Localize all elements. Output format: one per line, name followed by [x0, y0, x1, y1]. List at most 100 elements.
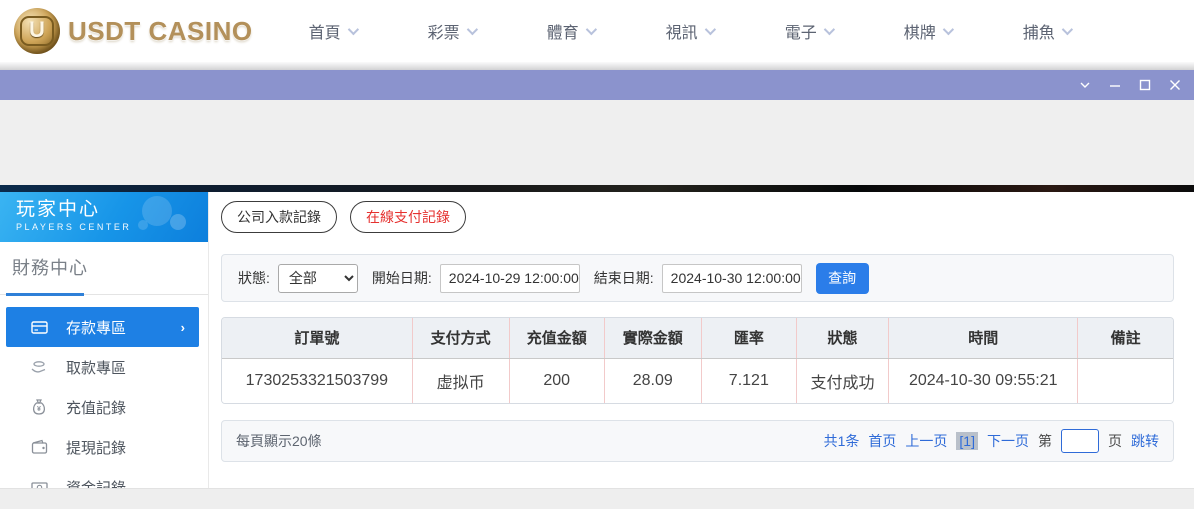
finance-center-section: 財務中心 [0, 242, 208, 295]
start-date-input[interactable] [440, 264, 580, 293]
cell-recharge-amount: 200 [509, 358, 604, 403]
cell-time: 2024-10-30 09:55:21 [889, 358, 1078, 403]
sidebar-menu: 存款專區 › 取款專區 ¥ 充值記錄 [0, 295, 208, 507]
chevron-down-icon [823, 24, 834, 35]
nav-item-slots[interactable]: 電子 [785, 19, 832, 43]
maximize-icon[interactable] [1130, 70, 1160, 100]
end-date-input[interactable] [662, 264, 802, 293]
chevron-right-icon: › [181, 320, 185, 335]
tab-online-payment-records[interactable]: 在線支付記錄 [350, 201, 466, 233]
sidebar-subtitle: PLAYERS CENTER [16, 222, 208, 232]
sidebar-item-label: 提現記錄 [66, 437, 126, 458]
start-date-label: 開始日期: [372, 268, 432, 288]
jump-suffix-label: 页 [1108, 431, 1122, 451]
nav-item-cards[interactable]: 棋牌 [904, 19, 951, 43]
chevron-down-icon [704, 24, 715, 35]
logo-letter: U [20, 16, 54, 46]
sidebar-item-label: 充值記錄 [66, 397, 126, 418]
pager-controls: 共1条 首页 上一页 [1] 下一页 第 页 跳转 [824, 429, 1159, 453]
next-page-link[interactable]: 下一页 [987, 431, 1029, 451]
cell-order-number: 1730253321503799 [222, 358, 412, 403]
players-center-header: 玩家中心 PLAYERS CENTER [0, 192, 208, 242]
record-tabs: 公司入款記錄 在線支付記錄 [221, 201, 1174, 233]
col-remark: 備註 [1078, 318, 1173, 358]
nav-label: 彩票 [428, 19, 460, 43]
records-table: 訂單號 支付方式 充值金額 實際金額 匯率 狀態 時間 備註 173025332 [221, 317, 1174, 404]
first-page-link[interactable]: 首页 [868, 431, 896, 451]
col-order-number: 訂單號 [222, 318, 412, 358]
total-count: 共1条 [824, 431, 860, 451]
nav-item-sports[interactable]: 體育 [547, 19, 594, 43]
sidebar-item-withdrawal-records[interactable]: 提現記錄 [0, 427, 208, 467]
close-icon[interactable] [1160, 70, 1190, 100]
nav-item-fishing[interactable]: 捕魚 [1023, 19, 1070, 43]
chevron-down-icon [1061, 24, 1072, 35]
content-region: 玩家中心 PLAYERS CENTER 財務中心 存款專區 › [0, 192, 1194, 488]
nav-item-live[interactable]: 視訊 [666, 19, 713, 43]
sidebar-item-label: 存款專區 [66, 317, 126, 338]
col-actual-amount: 實際金額 [604, 318, 701, 358]
nav-item-home[interactable]: 首頁 [309, 19, 356, 43]
pagination-bar: 每頁顯示20條 共1条 首页 上一页 [1] 下一页 第 页 跳转 [221, 420, 1174, 462]
minimize-icon[interactable] [1100, 70, 1130, 100]
end-date-label: 結束日期: [594, 268, 654, 288]
topbar-shadow [0, 62, 1194, 70]
nav-label: 電子 [785, 19, 817, 43]
col-time: 時間 [889, 318, 1078, 358]
cell-exchange-rate: 7.121 [701, 358, 796, 403]
logo-ball-icon: U [14, 8, 60, 54]
table-row: 1730253321503799 虚拟币 200 28.09 7.121 支付成… [222, 358, 1173, 403]
money-bag-icon: ¥ [30, 398, 48, 416]
sidebar-item-withdraw[interactable]: 取款專區 [0, 347, 208, 387]
cell-payment-method: 虚拟币 [412, 358, 509, 403]
withdraw-hand-icon [30, 358, 48, 376]
cell-remark [1078, 358, 1173, 403]
banner-bottom-edge [0, 185, 1194, 192]
filter-bar: 狀態: 全部 開始日期: 結束日期: 查詢 [221, 254, 1174, 302]
cell-status: 支付成功 [796, 358, 888, 403]
col-payment-method: 支付方式 [412, 318, 509, 358]
status-select[interactable]: 全部 [278, 264, 358, 293]
jump-prefix-label: 第 [1038, 431, 1052, 451]
banner-area [0, 100, 1194, 185]
jump-action-link[interactable]: 跳转 [1131, 431, 1159, 451]
tab-company-deposit-records[interactable]: 公司入款記錄 [221, 201, 337, 233]
collapse-chevron-icon[interactable] [1070, 70, 1100, 100]
chevron-down-icon [585, 24, 596, 35]
deposit-card-icon [30, 318, 48, 336]
section-label: 財務中心 [12, 258, 88, 278]
brand-name: USDT CASINO [68, 16, 253, 47]
chevron-down-icon [466, 24, 477, 35]
table-header-row: 訂單號 支付方式 充值金額 實際金額 匯率 狀態 時間 備註 [222, 318, 1173, 358]
col-recharge-amount: 充值金額 [509, 318, 604, 358]
col-status: 狀態 [796, 318, 888, 358]
nav-label: 捕魚 [1023, 19, 1055, 43]
sidebar-item-recharge-records[interactable]: ¥ 充值記錄 [0, 387, 208, 427]
sidebar: 玩家中心 PLAYERS CENTER 財務中心 存款專區 › [0, 192, 208, 488]
brand-logo[interactable]: U USDT CASINO [14, 8, 253, 54]
col-exchange-rate: 匯率 [701, 318, 796, 358]
window-titlebar [0, 70, 1194, 100]
current-page-badge: [1] [956, 432, 978, 450]
wallet-icon [30, 438, 48, 456]
chevron-down-icon [942, 24, 953, 35]
nav-item-lottery[interactable]: 彩票 [428, 19, 475, 43]
page: U USDT CASINO 首頁 彩票 體育 視訊 電子 [0, 0, 1194, 509]
per-page-label: 每頁顯示20條 [236, 431, 322, 451]
nav-label: 體育 [547, 19, 579, 43]
sidebar-item-label: 取款專區 [66, 357, 126, 378]
page-jump-input[interactable] [1061, 429, 1099, 453]
footer-strip [0, 488, 1194, 509]
prev-page-link[interactable]: 上一页 [905, 431, 947, 451]
chevron-down-icon [347, 24, 358, 35]
svg-text:¥: ¥ [37, 406, 41, 413]
nav-label: 首頁 [309, 19, 341, 43]
nav-label: 棋牌 [904, 19, 936, 43]
cell-actual-amount: 28.09 [604, 358, 701, 403]
sidebar-item-deposit[interactable]: 存款專區 › [6, 307, 199, 347]
nav-label: 視訊 [666, 19, 698, 43]
search-button[interactable]: 查詢 [816, 263, 869, 294]
main-panel: 公司入款記錄 在線支付記錄 狀態: 全部 開始日期: 結束日期: 查詢 [208, 192, 1194, 488]
top-navbar: U USDT CASINO 首頁 彩票 體育 視訊 電子 [0, 0, 1194, 62]
main-nav: 首頁 彩票 體育 視訊 電子 棋牌 [309, 19, 1142, 43]
